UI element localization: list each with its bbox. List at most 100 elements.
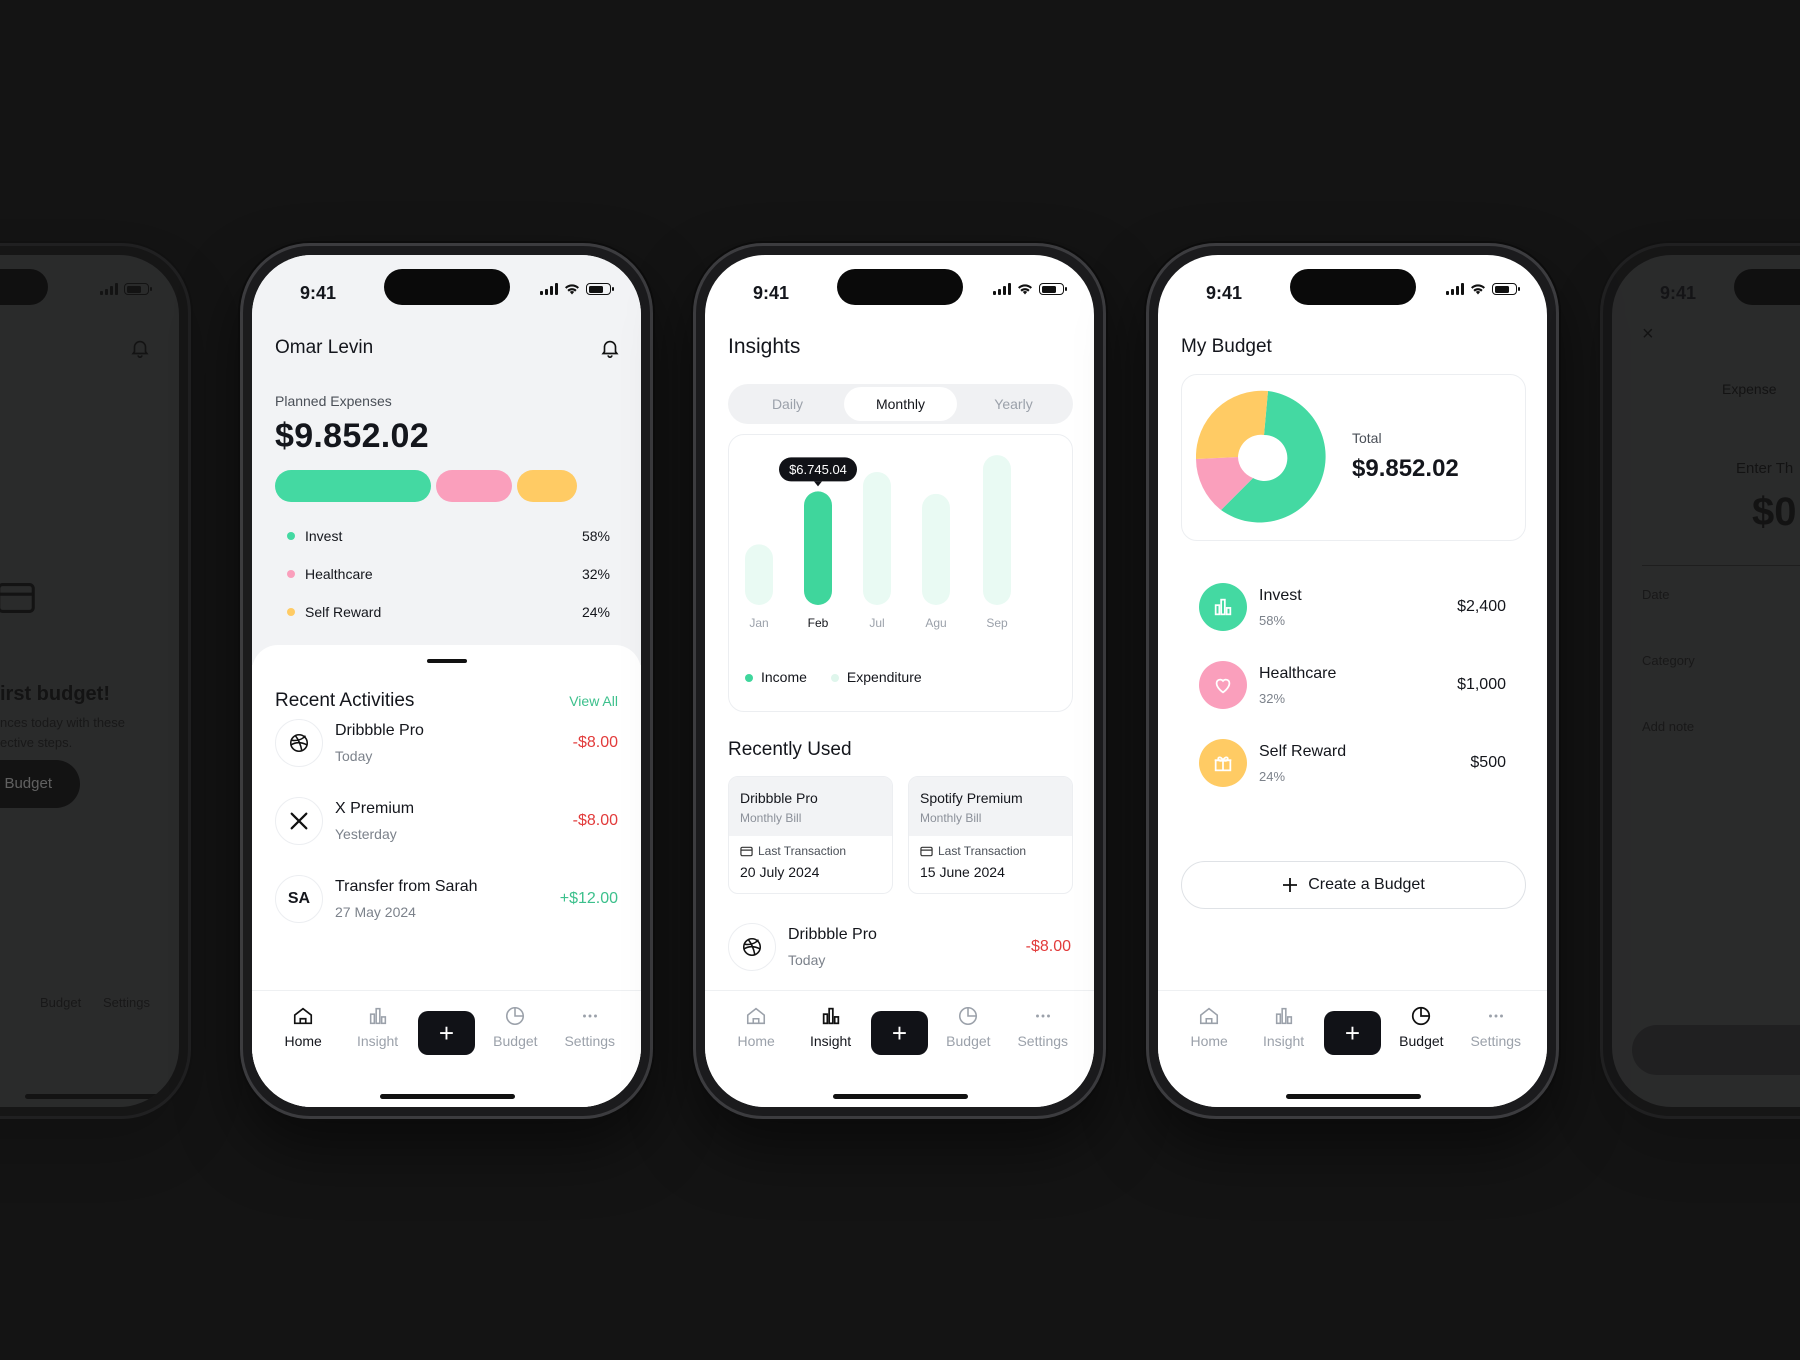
budget-item-self-reward[interactable]: Self Reward 24% $500	[1199, 735, 1506, 791]
tab-label: Settings	[1017, 1033, 1069, 1049]
bar-chart-icon	[369, 1007, 386, 1025]
expenditure-bar-agu[interactable]	[922, 493, 950, 605]
budget-item-healthcare[interactable]: Healthcare 32% $1,000	[1199, 657, 1506, 713]
ghost-phone-left: irst budget! nces today with these ectiv…	[0, 243, 191, 1119]
enter-amount-label: Enter Th	[1736, 460, 1794, 477]
bell-icon[interactable]	[129, 337, 151, 359]
date-field[interactable]: Date	[1642, 587, 1669, 602]
period-segmented-control: Daily Monthly Yearly	[728, 384, 1073, 424]
planned-expenses-label: Planned Expenses	[275, 393, 392, 409]
dribbble-avatar	[275, 719, 323, 767]
ghost-phone-right: 9:41 × Expense Enter Th $0 Date Category…	[1600, 243, 1800, 1119]
expenditure-dot	[830, 674, 839, 683]
sheet-grabber[interactable]	[426, 659, 467, 663]
more-dots-icon	[582, 1014, 597, 1018]
wifi-icon	[565, 284, 579, 295]
expenditure-bar-sep[interactable]	[983, 455, 1011, 605]
tab-home[interactable]: Home	[722, 1005, 790, 1107]
tab-insight[interactable]: Insight	[1250, 1005, 1318, 1107]
status-icons	[993, 283, 1067, 295]
scene: irst budget! nces today with these ectiv…	[0, 0, 1800, 1360]
dribbble-avatar	[728, 923, 776, 971]
tab-home[interactable]: Home	[269, 1005, 337, 1107]
ghost-tab-settings[interactable]: Settings	[103, 995, 150, 1010]
close-icon[interactable]: ×	[1642, 323, 1654, 346]
status-time: 9:41	[753, 283, 790, 303]
bill-card-header: Dribbble Pro Monthly Bill	[729, 777, 892, 836]
budget-item-amount: $2,400	[1457, 598, 1506, 615]
amount-display: $0	[1752, 490, 1797, 534]
income-bar-feb[interactable]	[804, 491, 832, 605]
save-button[interactable]	[1632, 1025, 1800, 1075]
tab-settings[interactable]: Settings	[1462, 1005, 1530, 1107]
healthcare-segment	[436, 470, 512, 502]
bill-card-header: Spotify Premium Monthly Bill	[909, 777, 1072, 836]
total-amount: $9.852.02	[1352, 455, 1459, 482]
last-transaction-label: Last Transaction	[758, 844, 847, 858]
view-all-link[interactable]: View All	[569, 693, 618, 709]
tab-budget[interactable]: Budget	[934, 1005, 1002, 1107]
tab-budget[interactable]: Budget	[481, 1005, 549, 1107]
bill-name: Spotify Premium	[920, 790, 1023, 806]
tab-insight[interactable]: Insight	[344, 1005, 412, 1107]
add-button[interactable]: +	[1323, 1011, 1381, 1055]
activity-amount: -$8.00	[1025, 938, 1071, 955]
expenditure-bar-jan[interactable]	[745, 544, 773, 605]
activity-row[interactable]: Dribbble Pro Today -$8.00	[275, 715, 618, 771]
expense-tab[interactable]: Expense	[1722, 381, 1776, 397]
bill-type: Monthly Bill	[740, 811, 802, 825]
bill-card[interactable]: Spotify Premium Monthly Bill Last Transa…	[908, 776, 1073, 894]
tab-label: Insight	[356, 1033, 399, 1049]
heart-icon	[1215, 678, 1231, 694]
activity-row[interactable]: SA Transfer from Sarah 27 May 2024 +$12.…	[275, 871, 618, 927]
add-button[interactable]: +	[417, 1011, 475, 1055]
create-budget-button[interactable]: Create a Budget	[1181, 861, 1526, 909]
create-budget-label: Create a Budget	[1308, 876, 1425, 893]
expenditure-bar-jul[interactable]	[863, 471, 891, 605]
budget-item-name: Self Reward	[1259, 742, 1347, 760]
segment-yearly[interactable]: Yearly	[957, 387, 1070, 421]
segment-daily[interactable]: Daily	[731, 387, 844, 421]
phone-insights: 9:41 Insights Daily Monthly Yearly Jan $6…	[693, 243, 1106, 1119]
legend-expenditure: Expenditure	[830, 669, 922, 685]
tab-label: Home	[737, 1033, 775, 1049]
dribbble-icon	[742, 937, 762, 957]
legend-row-self-reward: Self Reward 24%	[287, 593, 610, 631]
chart-tooltip-text: $6.745.04	[789, 462, 847, 477]
activity-row[interactable]: Dribbble Pro Today -$8.00	[728, 919, 1071, 975]
tab-settings[interactable]: Settings	[556, 1005, 624, 1107]
home-icon	[747, 1007, 766, 1025]
note-field[interactable]: Add note	[1642, 719, 1694, 734]
dynamic-island	[836, 269, 963, 305]
add-button[interactable]: +	[870, 1011, 928, 1055]
dynamic-island	[1734, 269, 1800, 305]
healthcare-dot	[287, 570, 295, 578]
more-dots-icon	[1035, 1014, 1050, 1018]
status-icons	[1446, 283, 1520, 295]
tab-home[interactable]: Home	[1175, 1005, 1243, 1107]
cellular-icon	[1446, 283, 1464, 295]
ghost-create-budget-button[interactable]: Budget	[0, 760, 80, 808]
ghost-tab-budget[interactable]: Budget	[40, 995, 81, 1010]
tab-budget[interactable]: Budget	[1387, 1005, 1455, 1107]
budget-item-invest[interactable]: Invest 58% $2,400	[1199, 579, 1506, 635]
self-reward-dot	[287, 608, 295, 616]
tab-label: Settings	[564, 1033, 616, 1049]
budget-illustration-icon	[0, 583, 35, 613]
ghost-line-2: ective steps.	[0, 735, 73, 750]
pie-chart-icon	[506, 1006, 525, 1026]
self-reward-segment	[517, 470, 577, 502]
tab-settings[interactable]: Settings	[1009, 1005, 1077, 1107]
segment-monthly[interactable]: Monthly	[844, 387, 957, 421]
bill-card[interactable]: Dribbble Pro Monthly Bill Last Transacti…	[728, 776, 893, 894]
divider	[1642, 565, 1800, 566]
category-field[interactable]: Category	[1642, 653, 1695, 668]
x-tick-label-sep: Sep	[986, 616, 1008, 630]
x-tick-label-feb: Feb	[808, 616, 829, 630]
screen-budget: 9:41 My Budget Total $9.852.02 Invest 58…	[1158, 255, 1547, 1107]
activity-date: Yesterday	[335, 826, 397, 842]
activity-row[interactable]: X Premium Yesterday -$8.00	[275, 793, 618, 849]
cellular-icon	[993, 283, 1011, 295]
bell-icon[interactable]	[599, 337, 621, 359]
tab-insight[interactable]: Insight	[797, 1005, 865, 1107]
